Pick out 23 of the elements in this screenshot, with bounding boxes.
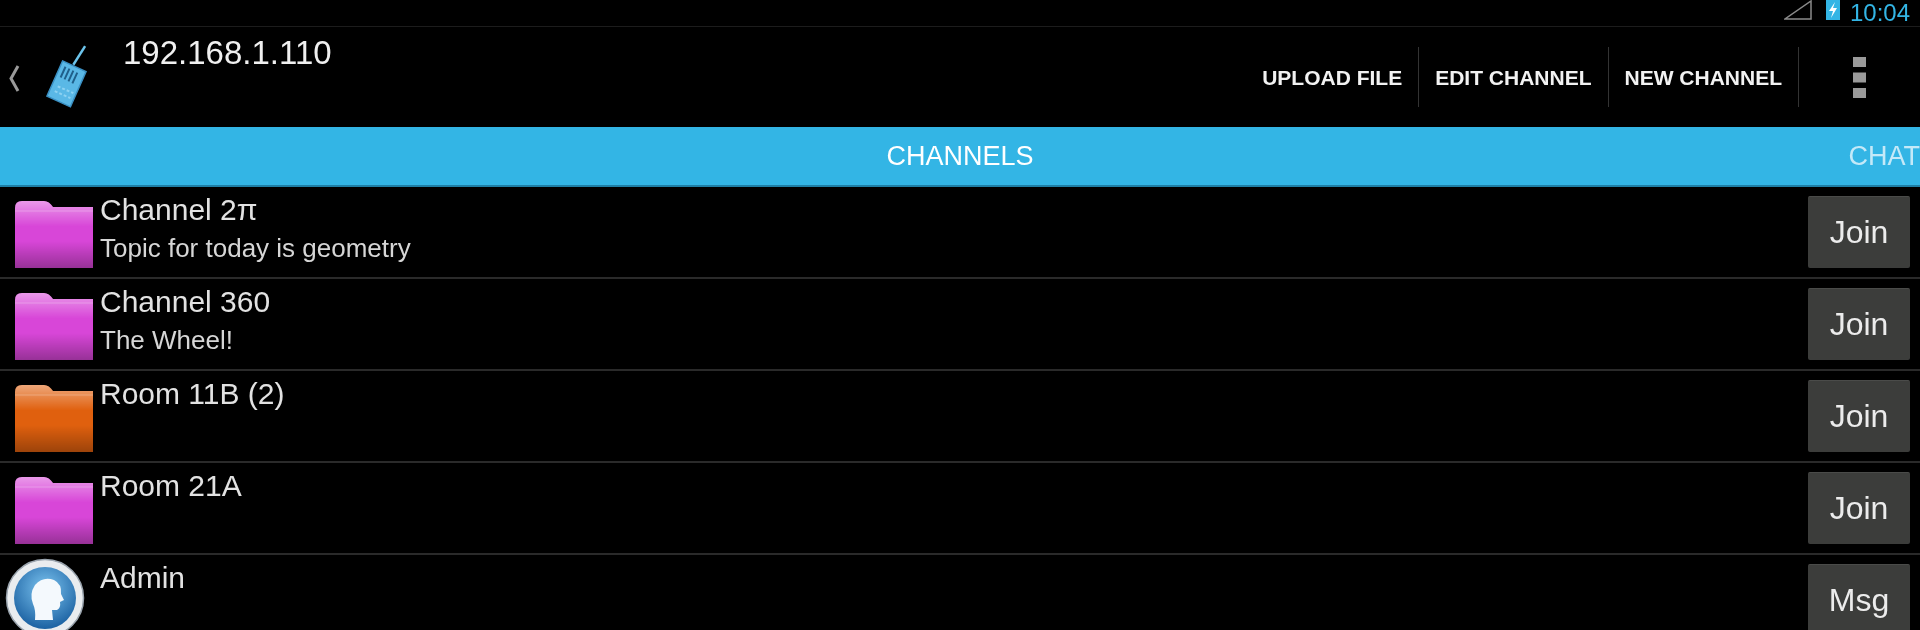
- user-avatar-icon: [5, 558, 85, 630]
- action-button[interactable]: NEW CHANNEL: [1624, 64, 1782, 90]
- join-button[interactable]: Join: [1808, 288, 1910, 360]
- server-address: 192.168.1.110: [123, 34, 332, 72]
- channel-name: Channel 360: [100, 285, 271, 319]
- join-button[interactable]: Join: [1808, 380, 1910, 452]
- join-button[interactable]: Join: [1808, 196, 1910, 268]
- overflow-menu-icon[interactable]: [1853, 56, 1866, 98]
- channel-name: Room 21A: [100, 469, 242, 503]
- channel-name: Channel 2π: [100, 193, 258, 227]
- user-name: Admin: [100, 561, 186, 595]
- channel-name: Room 11B (2): [100, 377, 285, 411]
- action-button[interactable]: EDIT CHANNEL: [1435, 64, 1592, 90]
- join-button[interactable]: Join: [1808, 472, 1910, 544]
- channel-topic: The Wheel!: [100, 325, 233, 355]
- back-icon[interactable]: [8, 65, 20, 92]
- channel-topic: Topic for today is geometry: [100, 233, 411, 263]
- message-button[interactable]: Msg: [1808, 564, 1910, 630]
- battery-charging-icon: [1825, 0, 1840, 20]
- action-button[interactable]: UPLOAD FILE: [1262, 64, 1403, 90]
- signal-icon: [1783, 0, 1812, 20]
- walkie-talkie-icon[interactable]: [43, 45, 90, 110]
- status-time: 10:04: [1849, 0, 1910, 25]
